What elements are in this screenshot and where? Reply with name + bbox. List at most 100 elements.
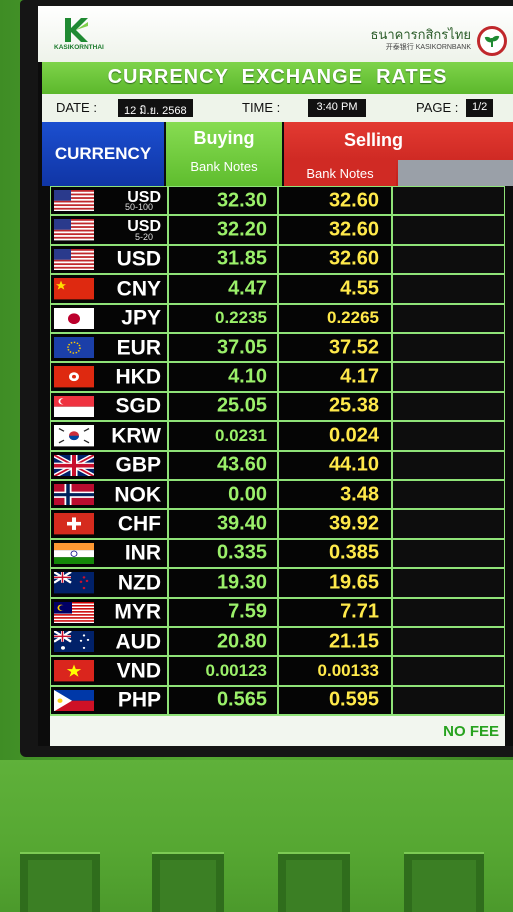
currency-cell: INR	[51, 539, 167, 568]
buying-rate-cell: 37.05	[169, 334, 277, 362]
selling-rate-cell: 0.2265	[279, 304, 391, 332]
rate-row: CNY 4.47 4.55	[50, 274, 505, 303]
denomination-note: 5-20	[134, 231, 153, 242]
selling-rate: 39.92	[328, 512, 379, 535]
empty-cell	[393, 657, 504, 685]
currency-cell: GBP	[51, 451, 167, 479]
rate-row: USD 31.85 32.60	[50, 245, 505, 274]
time-value: 3:40 PM	[308, 99, 366, 117]
rate-board-screen: KASIKORNTHAI ธนาคารกสิกรไทย 开泰银行 KASIKOR…	[38, 6, 513, 746]
selling-rate-cell: 0.595	[279, 686, 391, 715]
no-fee-label: NO FEE	[443, 723, 499, 740]
selling-rate: 21.15	[328, 630, 379, 653]
time-label: TIME :	[242, 100, 281, 115]
selling-rate-cell: 4.55	[279, 275, 391, 303]
logo-text: KASIKORNTHAI	[54, 44, 104, 51]
buying-rate: 4.47	[228, 277, 267, 300]
in-flag-icon	[54, 542, 94, 565]
buying-rate-cell: 20.80	[169, 628, 277, 656]
au-flag-icon	[54, 631, 94, 653]
rates-table: USD 50-100 32.30 32.60 USD 5-20 32.20 32.60 USD 3…	[50, 186, 505, 716]
selling-rate: 3.48	[340, 483, 379, 506]
buying-rate-cell: 0.00	[169, 481, 277, 509]
buying-rate: 0.0231	[215, 425, 267, 445]
rate-row: NOK 0.00 3.48	[50, 480, 505, 509]
empty-cell	[393, 510, 504, 538]
selling-rate-cell: 32.60	[279, 216, 391, 244]
my-flag-icon	[54, 601, 94, 623]
bank-name-english: 开泰银行 KASIKORNBANK	[385, 44, 471, 51]
counter-slot	[20, 852, 100, 912]
currency-cell: CNY	[51, 275, 167, 303]
hk-flag-icon	[54, 366, 94, 388]
bank-emblem-icon	[477, 26, 507, 56]
currency-code: PHP	[117, 688, 161, 712]
selling-title: Selling	[344, 130, 404, 150]
empty-cell	[393, 422, 504, 450]
ch-flag-icon	[54, 513, 94, 535]
buying-rate-cell: 25.05	[169, 392, 277, 421]
currency-code: MYR	[114, 600, 161, 624]
currency-cell: SGD	[51, 392, 167, 421]
buying-rate: 43.60	[216, 453, 267, 476]
kr-flag-icon	[54, 425, 94, 447]
buying-rate: 37.05	[216, 336, 267, 359]
rate-row: USD 50-100 32.30 32.60	[50, 186, 505, 215]
empty-cell	[393, 216, 504, 244]
eu-flag-icon	[54, 337, 94, 359]
rate-row: CHF 39.40 39.92	[50, 509, 505, 538]
buying-rate-cell: 31.85	[169, 245, 277, 274]
page-label: PAGE :	[416, 100, 459, 115]
buying-rate-cell: 0.335	[169, 539, 277, 568]
rate-row: MYR 7.59 7.71	[50, 598, 505, 627]
us-flag-icon	[54, 190, 94, 212]
currency-cell: USD	[51, 245, 167, 274]
currency-cell: JPY	[51, 304, 167, 332]
rate-row: INR 0.335 0.385	[50, 539, 505, 568]
buying-rate-cell: 0.0231	[169, 422, 277, 450]
selling-rate-cell: 21.15	[279, 628, 391, 656]
empty-cell	[393, 304, 504, 332]
currency-code: NZD	[117, 571, 161, 595]
counter-slot	[278, 852, 350, 912]
footer-bar: NO FEE	[50, 716, 505, 746]
rate-row: USD 5-20 32.20 32.60	[50, 215, 505, 244]
rate-row: EUR 37.05 37.52	[50, 333, 505, 362]
selling-subtitle: Bank Notes	[284, 160, 396, 186]
selling-rate: 32.60	[328, 247, 379, 270]
selling-rate: 44.10	[328, 453, 379, 476]
currency-cell: USD 5-20	[51, 216, 167, 244]
currency-code: EUR	[116, 336, 161, 360]
rate-row: HKD 4.10 4.17	[50, 362, 505, 391]
jp-flag-icon	[54, 307, 94, 329]
title-bar: CURRENCY EXCHANGE RATES	[42, 62, 513, 94]
buying-rate-cell: 0.00123	[169, 657, 277, 685]
currency-cell: NZD	[51, 569, 167, 597]
empty-cell	[393, 451, 504, 479]
gb-flag-icon	[54, 454, 94, 476]
currency-code: HKD	[115, 365, 162, 389]
selling-rate: 0.024	[328, 424, 379, 447]
currency-cell: MYR	[51, 598, 167, 626]
buying-rate-cell: 32.30	[169, 187, 277, 215]
buying-rate: 4.10	[228, 365, 267, 388]
selling-rate: 25.38	[328, 394, 379, 417]
rate-row: AUD 20.80 21.15	[50, 627, 505, 656]
counter-slot	[152, 852, 224, 912]
buying-rate: 0.565	[216, 688, 267, 711]
buying-rate-cell: 43.60	[169, 451, 277, 479]
empty-cell	[393, 392, 504, 421]
rate-row: NZD 19.30 19.65	[50, 568, 505, 597]
buying-rate-cell: 39.40	[169, 510, 277, 538]
currency-code: NOK	[114, 483, 161, 507]
selling-rate-cell: 25.38	[279, 392, 391, 421]
buying-rate-cell: 0.565	[169, 686, 277, 715]
denomination-note: 50-100	[124, 202, 153, 213]
selling-rate: 32.60	[328, 189, 379, 212]
empty-cell	[393, 481, 504, 509]
rate-row: SGD 25.05 25.38	[50, 392, 505, 421]
selling-rate: 0.385	[328, 541, 379, 564]
selling-rate-cell: 44.10	[279, 451, 391, 479]
no-flag-icon	[54, 484, 94, 506]
buying-rate: 0.335	[216, 541, 267, 564]
